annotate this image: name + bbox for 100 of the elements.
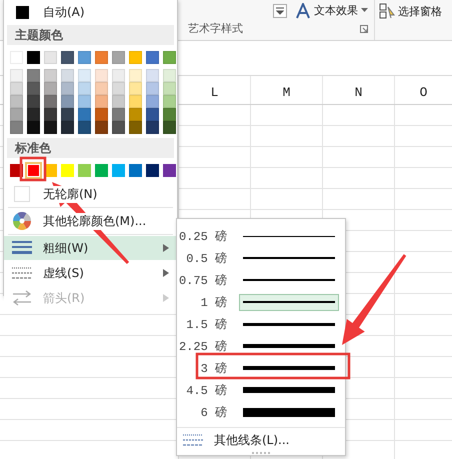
color-swatch[interactable]: [129, 108, 142, 121]
color-swatch[interactable]: [10, 95, 23, 108]
color-swatch[interactable]: [61, 164, 74, 177]
color-swatch[interactable]: [16, 6, 28, 18]
resize-grip-icon[interactable]: [252, 452, 270, 455]
line-weight-option[interactable]: 0.25 磅: [177, 225, 345, 247]
line-weight-option[interactable]: 0.75 磅: [177, 269, 345, 291]
color-swatch[interactable]: [61, 95, 74, 108]
color-swatch[interactable]: [44, 95, 57, 108]
color-swatch[interactable]: [61, 121, 74, 134]
color-swatch[interactable]: [95, 51, 108, 64]
line-weight-option[interactable]: 0.5 磅: [177, 247, 345, 269]
color-swatch[interactable]: [163, 108, 176, 121]
color-swatch[interactable]: [78, 51, 91, 64]
menu-item[interactable]: 其他轮廓颜色(M)...: [4, 209, 177, 233]
color-swatch[interactable]: [163, 164, 176, 177]
color-swatch[interactable]: [112, 121, 125, 134]
dashed-lines-icon: [183, 434, 203, 446]
color-swatch[interactable]: [112, 69, 125, 82]
color-swatch[interactable]: [61, 51, 74, 64]
color-swatch[interactable]: [10, 108, 23, 121]
line-weight-option[interactable]: 6 磅: [177, 401, 345, 423]
dialog-launcher-icon[interactable]: [360, 24, 368, 32]
color-swatch[interactable]: [27, 95, 40, 108]
color-swatch[interactable]: [27, 69, 40, 82]
color-swatch[interactable]: [27, 108, 40, 121]
line-weight-option[interactable]: 2.25 磅: [177, 335, 345, 357]
section-header: 主题颜色: [7, 25, 174, 45]
caret-icon: [361, 8, 368, 13]
color-swatch[interactable]: [146, 164, 159, 177]
color-swatch[interactable]: [44, 121, 57, 134]
color-swatch[interactable]: [44, 51, 57, 64]
color-swatch[interactable]: [61, 82, 74, 95]
color-swatch[interactable]: [27, 121, 40, 134]
color-swatch[interactable]: [95, 69, 108, 82]
column-header[interactable]: N: [322, 76, 394, 104]
color-swatch[interactable]: [112, 51, 125, 64]
line-weight-option[interactable]: 4.5 磅: [177, 379, 345, 401]
color-swatch[interactable]: [78, 82, 91, 95]
menu-item[interactable]: 无轮廓(N): [4, 182, 177, 206]
gallery-dropdown[interactable]: [273, 4, 287, 18]
color-swatch[interactable]: [129, 82, 142, 95]
color-swatch[interactable]: [129, 121, 142, 134]
line-weight-option[interactable]: 1.5 磅: [177, 313, 345, 335]
select-pane-button[interactable]: 选择窗格: [379, 3, 442, 19]
color-swatch[interactable]: [146, 108, 159, 121]
color-swatch[interactable]: [146, 121, 159, 134]
color-swatch[interactable]: [44, 69, 57, 82]
menu-item[interactable]: 其他线条(L)...: [177, 427, 345, 452]
color-swatch[interactable]: [163, 82, 176, 95]
caret-icon: [276, 6, 284, 14]
color-swatch[interactable]: [44, 82, 57, 95]
color-swatch[interactable]: [163, 95, 176, 108]
lines-icon: [12, 241, 32, 255]
color-swatch[interactable]: [78, 164, 91, 177]
color-swatch[interactable]: [163, 51, 176, 64]
color-swatch[interactable]: [78, 95, 91, 108]
color-swatch[interactable]: [112, 95, 125, 108]
color-swatch[interactable]: [129, 69, 142, 82]
color-swatch[interactable]: [129, 51, 142, 64]
menu-item[interactable]: 粗细(W): [4, 236, 177, 260]
color-swatch[interactable]: [78, 108, 91, 121]
color-swatch[interactable]: [95, 108, 108, 121]
color-swatch[interactable]: [27, 82, 40, 95]
color-swatch[interactable]: [112, 82, 125, 95]
color-swatch[interactable]: [78, 69, 91, 82]
color-swatch[interactable]: [95, 164, 108, 177]
color-swatch[interactable]: [112, 164, 125, 177]
color-swatch[interactable]: [163, 121, 176, 134]
color-swatch[interactable]: [146, 69, 159, 82]
line-weight-option[interactable]: 1 磅: [177, 291, 345, 313]
color-swatch[interactable]: [129, 95, 142, 108]
color-wheel-icon: [13, 212, 31, 230]
color-swatch[interactable]: [10, 82, 23, 95]
color-swatch[interactable]: [163, 69, 176, 82]
letter-a-icon: [295, 2, 311, 18]
pane-cursor-icon: [379, 3, 395, 19]
line-weight-option[interactable]: 3 磅: [177, 357, 345, 379]
color-swatch[interactable]: [27, 51, 40, 64]
text-effect-button[interactable]: 文本效果: [295, 2, 368, 18]
color-swatch[interactable]: [61, 108, 74, 121]
color-swatch[interactable]: [95, 82, 108, 95]
color-swatch[interactable]: [95, 121, 108, 134]
column-header[interactable]: M: [250, 76, 322, 104]
highlight-frame: [20, 156, 46, 182]
color-swatch[interactable]: [10, 121, 23, 134]
color-swatch[interactable]: [10, 69, 23, 82]
dashed-lines-icon: [12, 267, 32, 279]
color-swatch[interactable]: [129, 164, 142, 177]
arrows-icon: [12, 290, 32, 306]
color-swatch[interactable]: [112, 108, 125, 121]
color-swatch[interactable]: [146, 51, 159, 64]
color-swatch[interactable]: [44, 108, 57, 121]
color-swatch[interactable]: [95, 95, 108, 108]
menu-item[interactable]: 自动(A): [43, 4, 177, 20]
color-swatch[interactable]: [78, 121, 91, 134]
color-swatch[interactable]: [61, 69, 74, 82]
color-swatch[interactable]: [146, 95, 159, 108]
column-header[interactable]: O: [394, 76, 452, 104]
color-swatch[interactable]: [146, 82, 159, 95]
